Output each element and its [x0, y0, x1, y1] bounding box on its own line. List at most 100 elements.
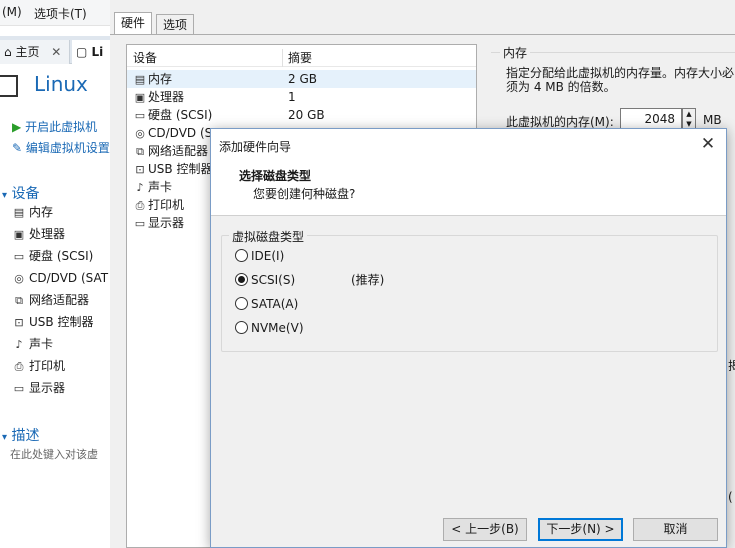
device-label: USB 控制器	[29, 315, 94, 329]
memory-unit: MB	[703, 113, 722, 127]
device-item[interactable]: ▭ 硬盘 (SCSI)	[12, 247, 94, 265]
tab-divider	[110, 34, 735, 35]
radio-button[interactable]	[235, 321, 248, 334]
device-label: CD/DVD (SAT	[29, 271, 109, 285]
radio-option[interactable]: SCSI(S) (推荐)	[235, 271, 384, 289]
device-item[interactable]: ⎙ 打印机	[12, 357, 65, 375]
device-name-cell: 网络适配器	[148, 144, 209, 158]
description-section-label: 描述	[11, 428, 40, 444]
dialog-subheading: 您要创建何种磁盘?	[253, 187, 356, 201]
power-on-link[interactable]: ▶ 开启此虚拟机	[12, 118, 97, 135]
add-hardware-wizard: 添加硬件向导 ✕ 选择磁盘类型 您要创建何种磁盘? 虚拟磁盘类型 IDE(I) S…	[210, 128, 727, 548]
devices-section-header[interactable]: ▾ 设备	[2, 183, 39, 203]
tab-options[interactable]: 选项	[156, 14, 195, 34]
column-divider	[282, 49, 283, 67]
device-item[interactable]: ⧉ 网络适配器	[12, 291, 89, 309]
collapse-icon: ▾	[2, 190, 8, 201]
disk-icon: ▭	[134, 109, 146, 122]
usb-icon: ⊡	[14, 316, 24, 329]
radio-option[interactable]: IDE(I)	[235, 247, 284, 265]
tab-home[interactable]: ⌂ 主页 ✕	[0, 40, 70, 64]
partial-text: 揭	[728, 359, 735, 373]
cpu-icon: ▣	[13, 228, 25, 241]
vm-tab-icon: ▢	[76, 45, 88, 59]
radio-option[interactable]: SATA(A)	[235, 295, 298, 313]
network-icon: ⧉	[15, 294, 23, 307]
table-row[interactable]: ▣ 处理器 1	[127, 88, 476, 106]
radio-label: NVMe(V)	[251, 321, 304, 335]
device-label: 硬盘 (SCSI)	[29, 249, 94, 263]
memory-group-label: 内存	[500, 44, 531, 61]
close-icon[interactable]: ✕	[698, 133, 718, 155]
device-name-cell: 显示器	[148, 216, 185, 230]
device-name-cell: 处理器	[148, 90, 185, 104]
device-item[interactable]: ▭ 显示器	[12, 379, 65, 397]
summary-cell: 2 GB	[288, 72, 317, 86]
device-name-cell: 硬盘 (SCSI)	[148, 108, 213, 122]
network-icon: ⧉	[136, 145, 144, 158]
disk-icon: ▭	[13, 250, 25, 263]
document-tabs: ⌂ 主页 ✕ ▢ Li	[0, 36, 112, 64]
device-item[interactable]: ▤ 内存	[12, 203, 53, 221]
device-name-cell: USB 控制器	[148, 162, 213, 176]
memory-icon: ▤	[134, 73, 146, 86]
tab-linux[interactable]: ▢ Li	[72, 40, 112, 64]
display-icon: ▭	[134, 217, 146, 230]
home-icon: ⌂	[4, 45, 12, 59]
device-name-cell: CD/DVD (S	[148, 126, 213, 140]
radio-button[interactable]	[235, 273, 248, 286]
partial-text: (	[728, 490, 733, 504]
table-row[interactable]: ▤ 内存 2 GB	[127, 70, 476, 88]
recommended-note: (推荐)	[351, 273, 385, 287]
radio-button[interactable]	[235, 297, 248, 310]
memory-input[interactable]: 2048	[620, 108, 682, 130]
radio-label: SATA(A)	[251, 297, 299, 311]
sound-icon: ♪	[136, 181, 144, 194]
cpu-icon: ▣	[134, 91, 146, 104]
table-row[interactable]: ▭ 硬盘 (SCSI) 20 GB	[127, 106, 476, 124]
device-label: 网络适配器	[29, 293, 90, 307]
edit-settings-label: 编辑虚拟机设置	[25, 141, 110, 155]
sound-icon: ♪	[15, 338, 23, 351]
device-name-cell: 打印机	[148, 198, 185, 212]
cancel-button[interactable]: 取消	[633, 518, 718, 541]
edit-settings-link[interactable]: ✎ 编辑虚拟机设置	[12, 139, 110, 156]
back-button[interactable]: < 上一步(B)	[443, 518, 527, 541]
spin-up-icon[interactable]: ▲	[683, 109, 695, 119]
device-item[interactable]: ♪ 声卡	[12, 335, 53, 353]
dialog-titlebar: 添加硬件向导 ✕	[211, 129, 726, 159]
column-header-summary[interactable]: 摘要	[288, 49, 312, 67]
cdrom-icon: ◎	[135, 127, 145, 140]
next-button[interactable]: 下一步(N) >	[538, 518, 623, 541]
memory-spinner[interactable]: ▲ ▼	[682, 108, 696, 130]
device-label: 内存	[29, 205, 54, 219]
menu-item-tabs[interactable]: 选项卡(T)	[34, 5, 87, 22]
tab-linux-label: Li	[91, 45, 104, 59]
radio-button[interactable]	[235, 249, 248, 262]
table-header: 设备 摘要	[127, 49, 476, 67]
devices-section-label: 设备	[11, 186, 40, 202]
device-item[interactable]: ◎ CD/DVD (SAT	[12, 269, 108, 287]
radio-label: IDE(I)	[251, 249, 285, 263]
radio-label: SCSI(S)	[251, 273, 296, 287]
tab-home-label: 主页	[15, 45, 40, 59]
dialog-heading: 选择磁盘类型	[239, 169, 312, 183]
summary-cell: 20 GB	[288, 108, 325, 122]
description-placeholder[interactable]: 在此处键入对该虚	[10, 446, 106, 462]
close-icon[interactable]: ✕	[51, 45, 61, 59]
device-label: 处理器	[29, 227, 66, 241]
device-item[interactable]: ▣ 处理器	[12, 225, 65, 243]
description-section-header[interactable]: ▾ 描述	[2, 425, 39, 445]
disk-type-group-label: 虚拟磁盘类型	[229, 228, 308, 245]
cdrom-icon: ◎	[14, 272, 24, 285]
radio-option[interactable]: NVMe(V)	[235, 319, 304, 337]
memory-description: 指定分配给此虚拟机的内存量。内存大小必须为 4 MB 的倍数。	[506, 66, 735, 94]
menu-item-m[interactable]: (M)	[2, 5, 22, 19]
memory-icon: ▤	[13, 206, 25, 219]
play-icon: ▶	[12, 120, 22, 134]
tab-hardware[interactable]: 硬件	[114, 12, 153, 35]
device-item[interactable]: ⊡ USB 控制器	[12, 313, 93, 331]
display-icon: ▭	[13, 382, 25, 395]
column-header-device[interactable]: 设备	[133, 49, 157, 67]
dialog-header: 选择磁盘类型 您要创建何种磁盘?	[211, 159, 726, 216]
